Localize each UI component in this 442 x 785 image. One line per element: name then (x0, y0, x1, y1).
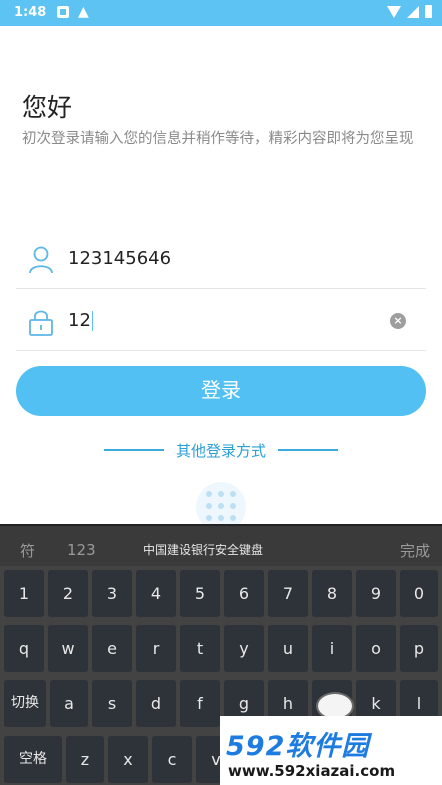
key-3[interactable]: 3 (92, 570, 132, 617)
watermark-brand: 592软件园 (226, 731, 370, 762)
notification-icon (57, 6, 69, 18)
pattern-grid-icon (206, 491, 236, 521)
key-z[interactable]: z (66, 736, 104, 783)
key-x[interactable]: x (108, 736, 148, 783)
clear-icon[interactable]: × (390, 313, 406, 329)
keyboard-header: 符 123 中国建设银行安全键盘 完成 (0, 524, 442, 566)
key-s[interactable]: s (92, 680, 132, 727)
key-u[interactable]: u (268, 625, 308, 672)
other-login-divider: 其他登录方式 (104, 440, 338, 460)
key-2[interactable]: 2 (48, 570, 88, 617)
key-f[interactable]: f (180, 680, 220, 727)
status-time: 1:48 (14, 5, 47, 20)
key-a[interactable]: a (50, 680, 88, 727)
page-title: 您好 (22, 93, 73, 122)
watermark-url: www.592xiazai.com (228, 762, 396, 780)
key-i[interactable]: i (312, 625, 352, 672)
key-9[interactable]: 9 (356, 570, 396, 617)
key-r[interactable]: r (136, 625, 176, 672)
login-button[interactable]: 登录 (16, 366, 426, 416)
intro-text: 初次登录请输入您的信息并稍作等待，精彩内容即将为您呈现 (22, 131, 414, 147)
key-q[interactable]: q (4, 625, 44, 672)
user-icon (29, 246, 53, 274)
username-value: 123145646 (68, 248, 172, 269)
key-o[interactable]: o (356, 625, 396, 672)
key-0[interactable]: 0 (400, 570, 438, 617)
symbol-tab[interactable]: 符 (20, 540, 35, 561)
watermark: 592软件园 www.592xiazai.com (220, 716, 442, 785)
divider-line (104, 449, 164, 451)
password-value: 12 (68, 310, 93, 331)
key-4[interactable]: 4 (136, 570, 176, 617)
key-1[interactable]: 1 (4, 570, 44, 617)
other-login-label[interactable]: 其他登录方式 (170, 440, 272, 461)
number-tab[interactable]: 123 (67, 541, 96, 559)
done-button[interactable]: 完成 (400, 540, 430, 561)
divider-line (278, 449, 338, 451)
status-indicators (387, 5, 432, 18)
wifi-icon (387, 5, 401, 18)
status-bar: 1:48 ▲ (0, 0, 442, 26)
lock-icon (29, 310, 53, 336)
switch-key[interactable]: 切换 (4, 680, 46, 727)
keyboard-title: 中国建设银行安全键盘 (143, 543, 264, 557)
key-e[interactable]: e (92, 625, 132, 672)
key-d[interactable]: d (136, 680, 176, 727)
key-p[interactable]: p (400, 625, 438, 672)
key-c[interactable]: c (152, 736, 192, 783)
signal-icon (407, 5, 419, 18)
battery-icon (425, 5, 432, 18)
key-w[interactable]: w (48, 625, 88, 672)
space-key[interactable]: 空格 (4, 736, 62, 783)
key-y[interactable]: y (224, 625, 264, 672)
password-field[interactable]: 12 × (16, 293, 426, 351)
key-6[interactable]: 6 (224, 570, 264, 617)
key-5[interactable]: 5 (180, 570, 220, 617)
key-7[interactable]: 7 (268, 570, 308, 617)
key-t[interactable]: t (180, 625, 220, 672)
warning-icon: ▲ (78, 4, 89, 20)
username-field[interactable]: 123145646 (16, 231, 426, 289)
text-cursor (91, 311, 93, 331)
key-8[interactable]: 8 (312, 570, 352, 617)
